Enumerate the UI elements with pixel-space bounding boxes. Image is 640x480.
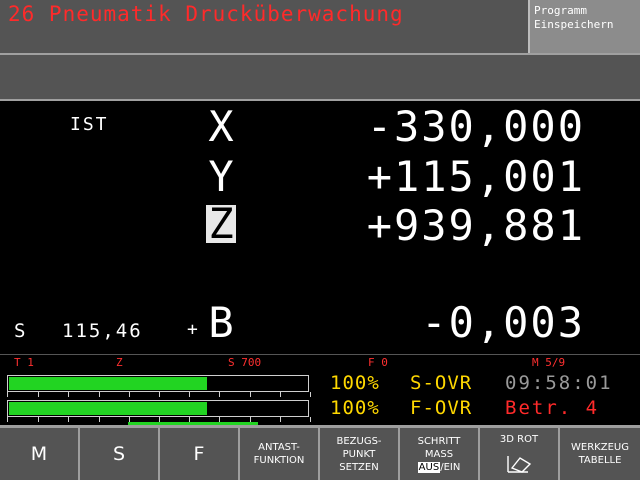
axis-y-label: Y xyxy=(208,152,234,201)
softkey-toggle-state: AUS/EIN xyxy=(417,461,461,474)
f-override-bar xyxy=(7,400,309,417)
softkey-s[interactable]: S xyxy=(80,428,160,480)
toggle-off-active: AUS xyxy=(417,461,441,473)
scale-tick xyxy=(38,417,40,422)
softkey-label-line: MASS xyxy=(424,448,454,460)
softkey-3d-rot[interactable]: 3D ROT xyxy=(480,428,560,480)
scale-tick xyxy=(159,392,160,397)
axis-b-value: -0,003 xyxy=(421,298,585,347)
scale-tick xyxy=(68,417,70,422)
operating-mode-status: Betr. 4 xyxy=(505,397,600,419)
mode-line-2: Einspeichern xyxy=(534,18,614,31)
scale-tick xyxy=(310,392,311,397)
softkey-m-label: M xyxy=(30,443,48,465)
scale-tick xyxy=(279,392,281,397)
f-override-fill xyxy=(9,402,207,415)
softkey-label-line: SCHRITT xyxy=(417,435,461,447)
axis-b-label: B xyxy=(208,298,234,347)
s-override-percent: 100% xyxy=(330,372,380,394)
status-feed: F 0 xyxy=(368,356,388,369)
status-tool: T 1 xyxy=(14,356,34,369)
scale-tick xyxy=(38,392,40,397)
position-type-label: IST xyxy=(70,114,109,135)
spindle-angle-value: 115,46 xyxy=(62,320,143,342)
scale-tick xyxy=(249,392,251,397)
softkey-label-line: FUNKTION xyxy=(253,455,305,466)
tilted-plane-icon xyxy=(507,456,532,473)
axis-x-value: -330,000 xyxy=(366,102,585,151)
softkey-label-line: WERKZEUG xyxy=(571,442,629,453)
f-override-percent: 100% xyxy=(330,397,380,419)
s-override-scale xyxy=(7,392,311,397)
scale-tick xyxy=(219,392,221,397)
axis-z-label-highlighted: Z xyxy=(206,203,236,245)
scale-tick xyxy=(128,392,130,397)
axis-z-value: +939,881 xyxy=(366,201,585,250)
header-bar: 26 Pneumatik Drucküberwachung Programm E… xyxy=(0,0,640,53)
softkey-s-label: S xyxy=(112,443,126,465)
axis-x-label: X xyxy=(208,102,234,151)
scale-tick xyxy=(68,392,70,397)
softkey-set-datum[interactable]: BEZUGS- PUNKT SETZEN xyxy=(320,428,400,480)
status-tool-axis: Z xyxy=(116,356,123,369)
s-override-bar xyxy=(7,375,309,392)
softkey-f-label: F xyxy=(193,443,205,465)
clock: 09:58:01 xyxy=(505,372,613,394)
axis-y-value: +115,001 xyxy=(366,152,585,201)
softkey-label-line: PUNKT xyxy=(342,448,376,460)
sub-header-bar xyxy=(0,53,640,101)
mode-indicator: Programm Einspeichern xyxy=(528,0,640,53)
softkey-label-line: BEZUGS- xyxy=(336,435,382,447)
softkey-label-line: SETZEN xyxy=(339,461,379,473)
softkey-label-line: TABELLE xyxy=(578,455,622,466)
program-title: 26 Pneumatik Drucküberwachung xyxy=(8,2,404,26)
scale-tick xyxy=(189,392,191,397)
s-override-fill xyxy=(9,377,207,390)
softkey-tool-table[interactable]: WERKZEUG TABELLE xyxy=(560,428,640,480)
softkey-bar: M S F ANTAST- FUNKTION BEZUGS- PUNKT SET… xyxy=(0,425,640,480)
status-spindle-speed: S 700 xyxy=(228,356,262,369)
scale-tick xyxy=(310,417,311,422)
status-line: T 1 Z S 700 F 0 M 5/9 xyxy=(0,354,640,371)
softkey-f[interactable]: F xyxy=(160,428,240,480)
mode-line-1: Programm xyxy=(534,4,587,17)
spindle-label: S xyxy=(14,320,26,342)
softkey-label-line: ANTAST- xyxy=(258,442,300,453)
softkey-probe-function[interactable]: ANTAST- FUNKTION xyxy=(240,428,320,480)
f-override-label: F-OVR xyxy=(410,397,473,419)
toggle-on: EIN xyxy=(443,461,461,473)
softkey-label-line: 3D ROT xyxy=(499,434,539,445)
status-m-function: M 5/9 xyxy=(532,356,566,369)
scale-tick xyxy=(98,417,100,422)
softkey-m[interactable]: M xyxy=(0,428,80,480)
softkey-incremental-jog[interactable]: SCHRITT MASS AUS/EIN xyxy=(400,428,480,480)
scale-tick xyxy=(98,392,100,397)
s-override-label: S-OVR xyxy=(410,372,473,394)
crosshair-icon: + xyxy=(187,319,198,340)
scale-tick xyxy=(279,417,281,422)
